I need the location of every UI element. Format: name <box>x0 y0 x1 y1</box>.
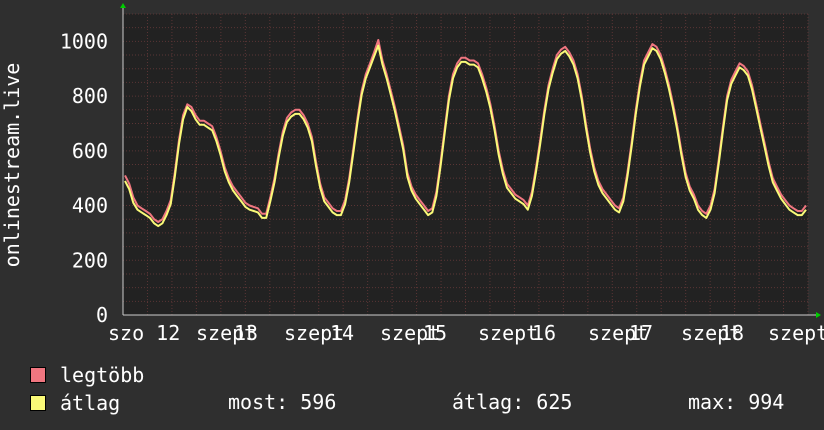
stat-max-label: max: <box>688 390 737 414</box>
stat-average-value: 625 <box>536 390 573 414</box>
stat-max-value: 994 <box>748 390 785 414</box>
x-tick-label: 18 <box>720 321 744 345</box>
x-tick-label: szo 12 <box>108 321 180 345</box>
y-axis-arrow-icon <box>120 3 126 8</box>
legend-label-avg: átlag <box>60 391 121 415</box>
y-tick-label: 600 <box>72 139 108 163</box>
stat-max: max: 994 <box>688 390 784 414</box>
stat-average: átlag: 625 <box>452 390 572 414</box>
y-tick-label: 400 <box>72 194 108 218</box>
y-tick-label: 1000 <box>60 29 108 53</box>
x-tick-label: 13 <box>234 321 258 345</box>
stat-average-label: átlag: <box>452 390 525 414</box>
y-tick-label: 0 <box>96 303 108 327</box>
graph-panel: 0 200 400 600 800 1000 szo 12 szept 13 szept 14 sze… <box>0 0 824 430</box>
stat-now-label: most: <box>228 390 289 414</box>
max-color-swatch <box>30 367 46 383</box>
x-tick-label: 14 <box>330 321 354 345</box>
stat-now: most: 596 <box>228 390 336 414</box>
x-tick-label: 16 <box>532 321 556 345</box>
x-tick-label: szept <box>478 321 538 345</box>
stat-now-value: 596 <box>300 390 337 414</box>
x-tick-label: 15 <box>423 321 447 345</box>
x-tick-label: szept <box>768 321 824 345</box>
y-tick-label: 800 <box>72 84 108 108</box>
avg-color-swatch <box>30 395 46 411</box>
x-tick-label: 17 <box>629 321 653 345</box>
y-tick-label: 200 <box>72 248 108 272</box>
legend-item-avg: átlag <box>30 391 121 415</box>
legend-label-max: legtöbb <box>60 363 145 387</box>
x-axis-arrow-icon <box>816 312 821 318</box>
line-chart: 02004006008001000szo 12 szept13 szept14 sze… <box>0 3 824 345</box>
legend-item-max: legtöbb <box>30 363 145 387</box>
y-axis-label: onlinestream.live <box>0 63 24 268</box>
